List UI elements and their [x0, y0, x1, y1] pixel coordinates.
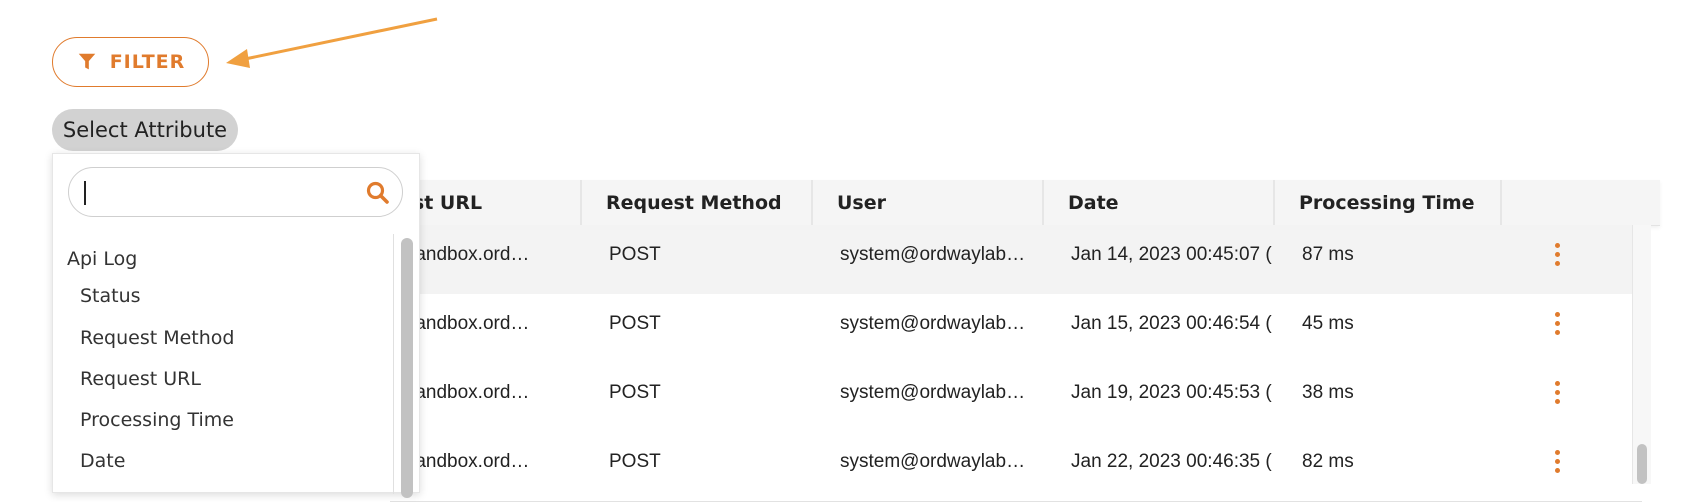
select-attribute-label: Select Attribute — [62, 118, 228, 142]
kebab-menu-icon[interactable] — [1552, 243, 1562, 271]
cell-request-method: POST — [609, 244, 661, 265]
attribute-list-scrollbar[interactable] — [401, 238, 413, 498]
cell-request-method: POST — [609, 451, 661, 472]
table-row[interactable]: ://sandbox.ord… POST system@ordwaylab… J… — [390, 294, 1642, 364]
attribute-item-date[interactable]: Date — [80, 450, 125, 472]
cell-user: system@ordwaylab… — [840, 382, 1026, 403]
cell-processing-time: 87 ms — [1302, 244, 1354, 265]
column-header-processing-time[interactable]: Processing Time — [1275, 180, 1502, 225]
attribute-item-request-method[interactable]: Request Method — [80, 327, 234, 349]
cell-request-method: POST — [609, 313, 661, 334]
cell-date: Jan 22, 2023 00:46:35 ( — [1071, 451, 1272, 472]
column-header-date[interactable]: Date — [1044, 180, 1275, 225]
cell-date: Jan 14, 2023 00:45:07 ( — [1071, 244, 1272, 265]
column-header-user[interactable]: User — [813, 180, 1044, 225]
cell-date: Jan 19, 2023 00:45:53 ( — [1071, 382, 1272, 403]
attribute-item-processing-time[interactable]: Processing Time — [80, 409, 234, 431]
cell-processing-time: 82 ms — [1302, 451, 1354, 472]
attribute-search-box[interactable] — [68, 167, 403, 217]
cell-processing-time: 45 ms — [1302, 313, 1354, 334]
kebab-menu-icon[interactable] — [1552, 381, 1562, 409]
select-attribute-button[interactable]: Select Attribute — [52, 109, 238, 151]
filter-button[interactable]: FILTER — [52, 37, 209, 87]
cell-processing-time: 38 ms — [1302, 382, 1354, 403]
attribute-search-input[interactable] — [83, 178, 347, 208]
cell-request-method: POST — [609, 382, 661, 403]
attribute-group-label: Api Log — [67, 248, 138, 270]
cell-user: system@ordwaylab… — [840, 313, 1026, 334]
filter-button-label: FILTER — [109, 51, 186, 73]
table-header: est URL Request Method User Date Process… — [390, 180, 1660, 226]
column-header-request-method[interactable]: Request Method — [582, 180, 813, 225]
attribute-item-status[interactable]: Status — [80, 285, 141, 307]
cell-user: system@ordwaylab… — [840, 244, 1026, 265]
cell-user: system@ordwaylab… — [840, 451, 1026, 472]
text-cursor — [84, 181, 86, 205]
attribute-item-request-url[interactable]: Request URL — [80, 368, 201, 390]
search-icon[interactable] — [365, 180, 391, 206]
table-row[interactable]: ://sandbox.ord… POST system@ordwaylab… J… — [390, 225, 1642, 295]
table-row[interactable]: ://sandbox.ord… POST system@ordwaylab… J… — [390, 363, 1642, 433]
kebab-menu-icon[interactable] — [1552, 312, 1562, 340]
cell-date: Jan 15, 2023 00:46:54 ( — [1071, 313, 1272, 334]
table-row[interactable]: ://sandbox.ord… POST system@ordwaylab… J… — [390, 432, 1642, 502]
kebab-menu-icon[interactable] — [1552, 450, 1562, 478]
attribute-dropdown: Api Log Status Request Method Request UR… — [52, 153, 420, 498]
table-scrollbar-thumb[interactable] — [1637, 444, 1647, 484]
funnel-icon — [78, 53, 95, 70]
attribute-list: Api Log Status Request Method Request UR… — [53, 234, 394, 494]
api-log-table: est URL Request Method User Date Process… — [390, 180, 1682, 502]
